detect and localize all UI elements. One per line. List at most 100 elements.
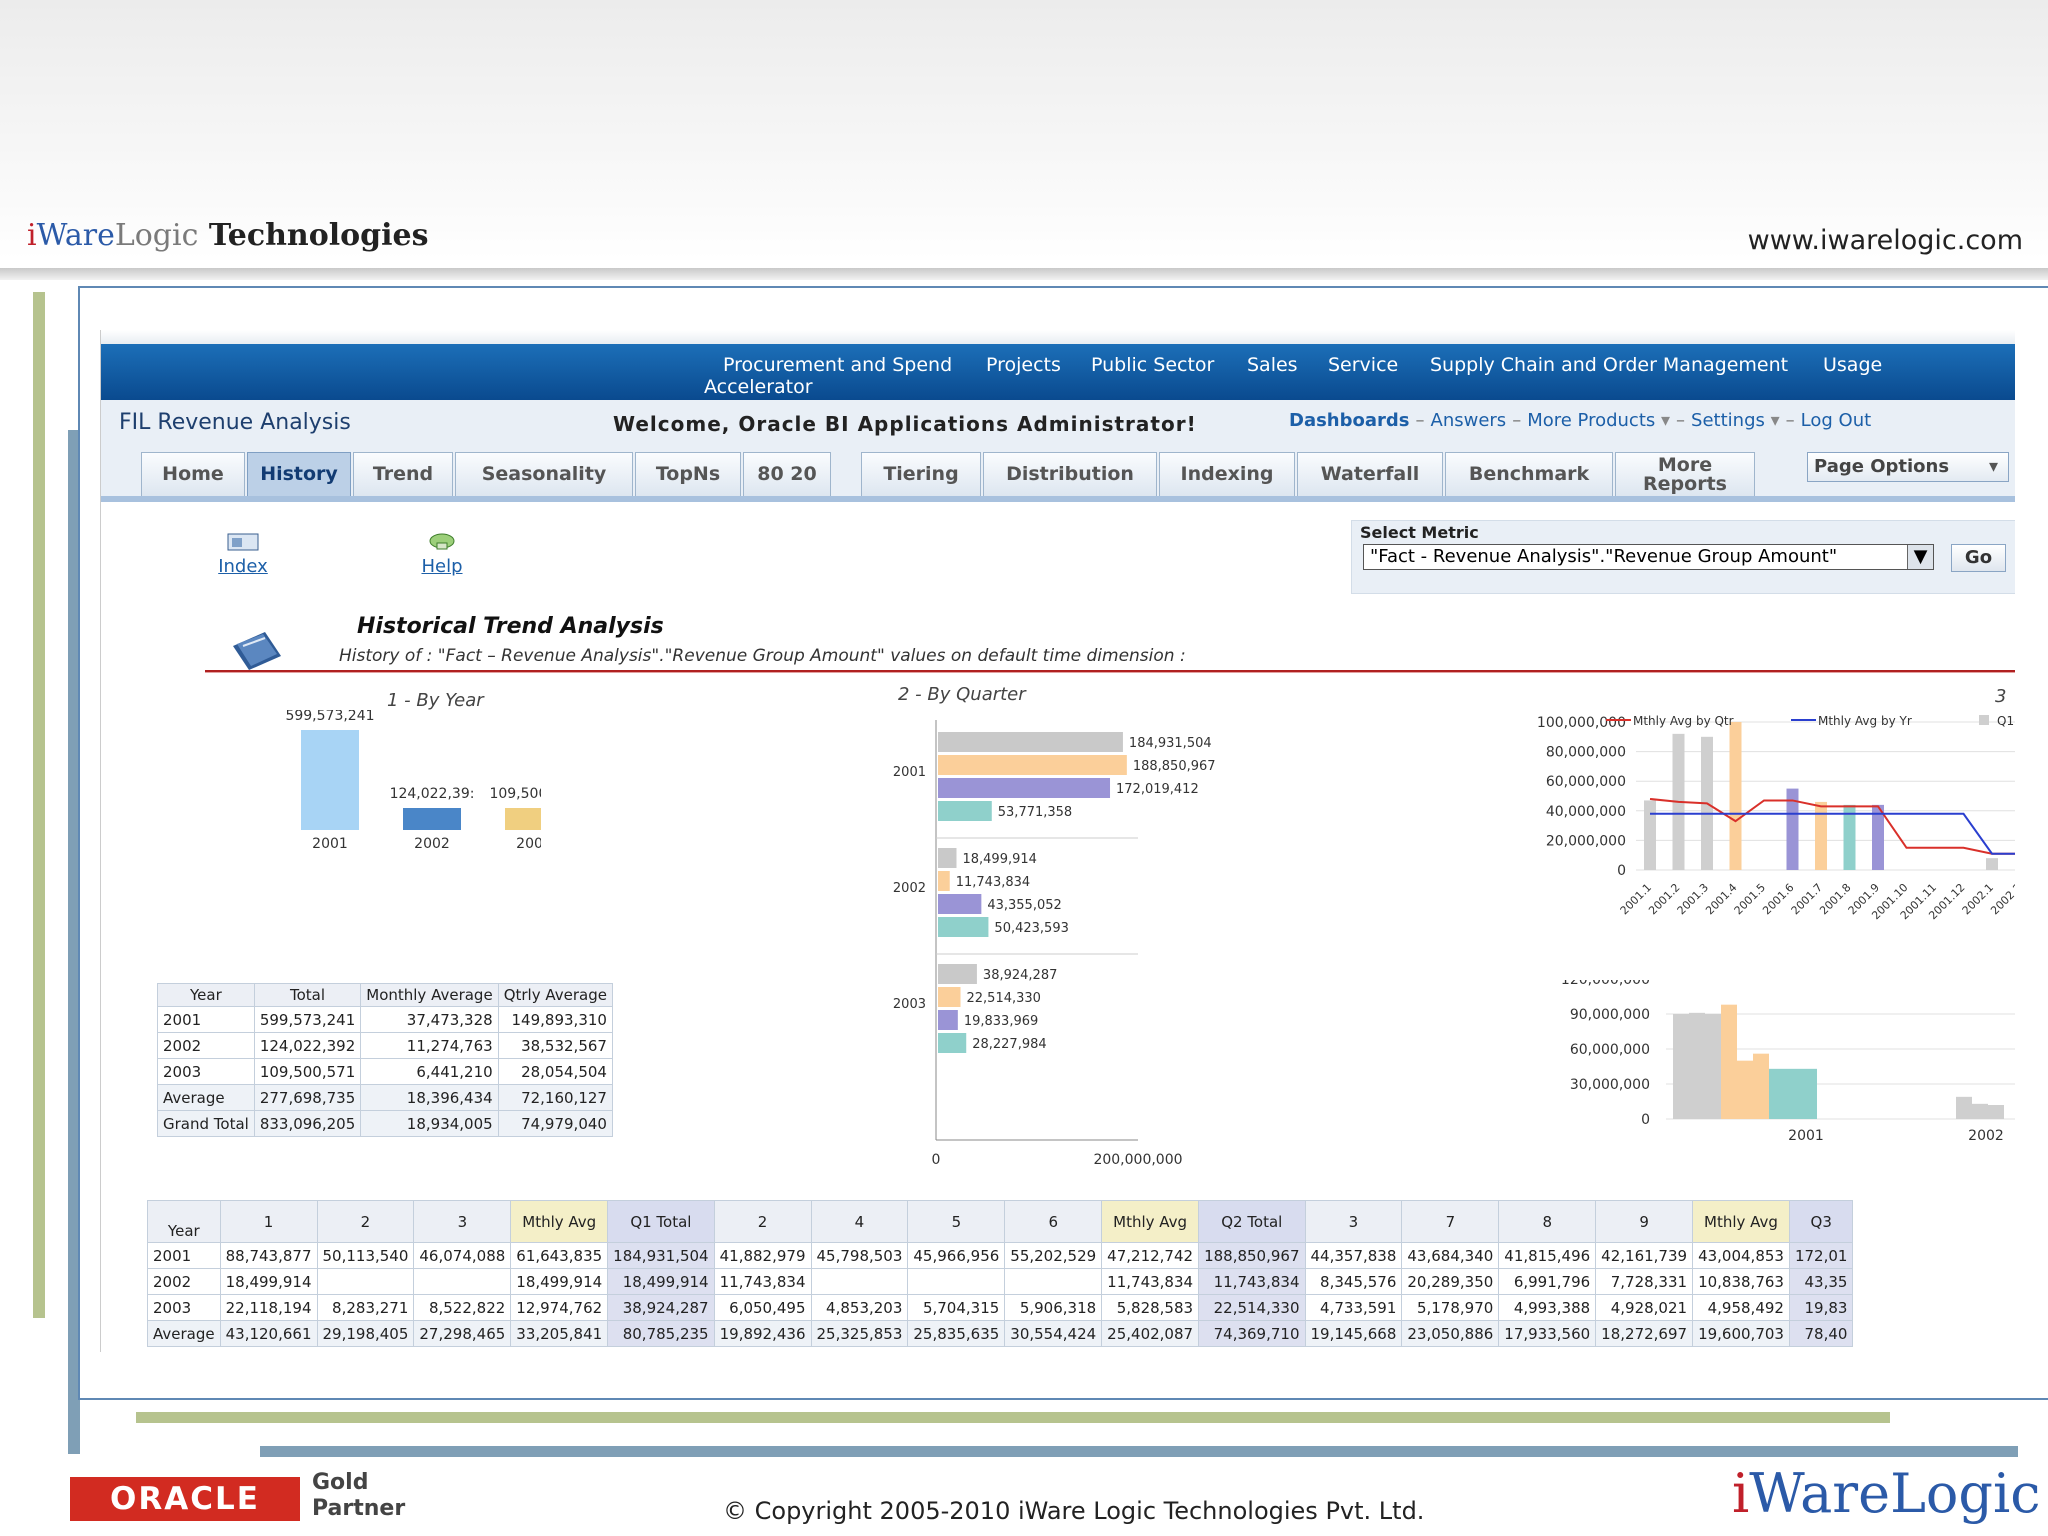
bar (938, 964, 977, 984)
legend-label: Mthly Avg by Qtr (1633, 714, 1734, 728)
bar (1769, 1068, 1785, 1119)
partner-label: Partner (312, 1496, 406, 1521)
tab-home[interactable]: Home (141, 452, 245, 496)
table-cell: 45,966,956 (907, 1242, 1006, 1269)
bar (1721, 1004, 1737, 1119)
tab-history[interactable]: History (247, 452, 351, 496)
x-tick-label: 2002 (1968, 1128, 2004, 1144)
column-header: Q3 (1788, 1200, 1854, 1243)
tab-trend[interactable]: Trend (353, 452, 453, 496)
column-header: Year (157, 983, 255, 1007)
table-cell: 88,743,877 (219, 1242, 318, 1269)
table-cell: Average (157, 1084, 255, 1111)
table-cell: 19,892,436 (713, 1320, 812, 1347)
bar (1705, 1014, 1721, 1119)
logout-link[interactable]: Log Out (1801, 410, 1872, 431)
deco-bar (136, 1412, 1890, 1423)
bar (938, 755, 1127, 775)
table-cell: 72,160,127 (497, 1084, 613, 1111)
page-options-label: Page Options (1814, 456, 1950, 477)
table-cell: 42,161,739 (1595, 1242, 1694, 1269)
bar (938, 801, 992, 821)
index-label: Index (218, 556, 268, 577)
brand-i: i (27, 218, 37, 253)
table-cell: 11,743,834 (1198, 1268, 1306, 1295)
data-label: 43,355,052 (987, 898, 1061, 913)
bar (938, 732, 1123, 752)
nav-item[interactable]: Procurement and Spend (723, 354, 952, 376)
x-tick-label: 2001 (312, 836, 348, 852)
column-header: 2 (316, 1200, 415, 1243)
more-products-link[interactable]: More Products (1527, 410, 1655, 431)
table-cell: 6,050,495 (713, 1294, 812, 1321)
chart-title-by-quarter: 2 - By Quarter (898, 684, 1026, 705)
chevron-down-icon: ▾ (1988, 456, 1998, 477)
table-cell: 25,325,853 (810, 1320, 909, 1347)
tab-more-reports[interactable]: More Reports (1615, 452, 1755, 496)
chart-monthly: 0 20,000,000 40,000,000 60,000,000 80,000,00… (1537, 714, 2015, 922)
tab-tiering[interactable]: Tiering (861, 452, 981, 496)
table-cell: 74,369,710 (1198, 1320, 1306, 1347)
table-row: 2002 124,022,392 11,274,763 38,532,567 (157, 1032, 613, 1059)
bar (1689, 1012, 1705, 1119)
nav-item[interactable]: Projects (986, 354, 1061, 376)
table-cell: 833,096,205 (253, 1110, 362, 1137)
column-header: 8 (1498, 1200, 1597, 1243)
nav-item[interactable]: Service (1328, 354, 1398, 376)
tab-80-20[interactable]: 80 20 (743, 452, 831, 496)
help-link[interactable]: Help (415, 530, 469, 577)
table-cell: 44,357,838 (1304, 1242, 1403, 1269)
tab-benchmark[interactable]: Benchmark (1445, 452, 1613, 496)
column-header: Q2 Total (1198, 1200, 1306, 1243)
table-cell: 47,212,742 (1101, 1242, 1200, 1269)
index-link[interactable]: Index (213, 530, 273, 577)
title-underline (205, 670, 2015, 673)
column-header: Qtrly Average (497, 983, 613, 1007)
gold-label: Gold (312, 1470, 369, 1495)
table-cell: 25,835,635 (907, 1320, 1006, 1347)
bar (403, 808, 461, 830)
go-button[interactable]: Go (1951, 544, 2006, 572)
tab-seasonality[interactable]: Seasonality (455, 452, 633, 496)
chart-by-year: 599,573,241 2001 124,022,39: 2002 109,500,57… (285, 710, 541, 852)
table-cell: 17,933,560 (1498, 1320, 1597, 1347)
bar (938, 1033, 967, 1053)
page-options-menu[interactable]: Page Options ▾ (1807, 452, 2009, 482)
bar (1785, 1068, 1801, 1119)
tab-waterfall[interactable]: Waterfall (1297, 452, 1443, 496)
settings-link[interactable]: Settings (1691, 410, 1765, 431)
table-cell: 12,974,762 (510, 1294, 609, 1321)
table-cell: 188,850,967 (1198, 1242, 1306, 1269)
index-icon (227, 533, 259, 551)
answers-link[interactable]: Answers (1431, 410, 1507, 431)
nav-item[interactable]: Accelerator (704, 376, 813, 398)
table-cell: 599,573,241 (253, 1006, 362, 1033)
bar (1956, 1096, 1972, 1119)
nav-item[interactable]: Sales (1247, 354, 1298, 376)
data-label: 50,423,593 (994, 921, 1068, 936)
table-cell: 38,532,567 (497, 1032, 613, 1059)
column-header: 4 (810, 1200, 909, 1243)
tab-distribution[interactable]: Distribution (983, 452, 1157, 496)
nav-item[interactable]: Public Sector (1091, 354, 1214, 376)
y-tick-label: 80,000,000 (1546, 745, 1626, 761)
table-row: 2003 109,500,571 6,441,210 28,054,504 (157, 1058, 613, 1085)
metric-select[interactable]: "Fact - Revenue Analysis"."Revenue Group… (1363, 544, 1934, 570)
table-cell: Average (147, 1320, 221, 1347)
nav-item[interactable]: Supply Chain and Order Management (1430, 354, 1788, 376)
table-cell: 30,554,424 (1004, 1320, 1103, 1347)
slide: iWareLogic Technologies www.iwarelogic.c… (0, 0, 2048, 1536)
table-cell: 55,202,529 (1004, 1242, 1103, 1269)
tab-topns[interactable]: TopNs (635, 452, 741, 496)
app-title: FIL Revenue Analysis (119, 410, 351, 435)
table-row: 2003 22,118,194 8,283,271 8,522,822 12,974,7… (147, 1294, 1854, 1321)
nav-item[interactable]: Usage (1823, 354, 1882, 376)
tab-indexing[interactable]: Indexing (1159, 452, 1295, 496)
x-tick-label: 2001 (1788, 1128, 1824, 1144)
website[interactable]: www.iwarelogic.com (1748, 225, 2023, 256)
dashboards-link[interactable]: Dashboards (1289, 410, 1410, 431)
table-cell: 2002 (157, 1032, 255, 1059)
table-cell: 27,298,465 (413, 1320, 512, 1347)
brand-logic: Logic (1890, 1462, 2041, 1525)
bar (938, 871, 950, 891)
